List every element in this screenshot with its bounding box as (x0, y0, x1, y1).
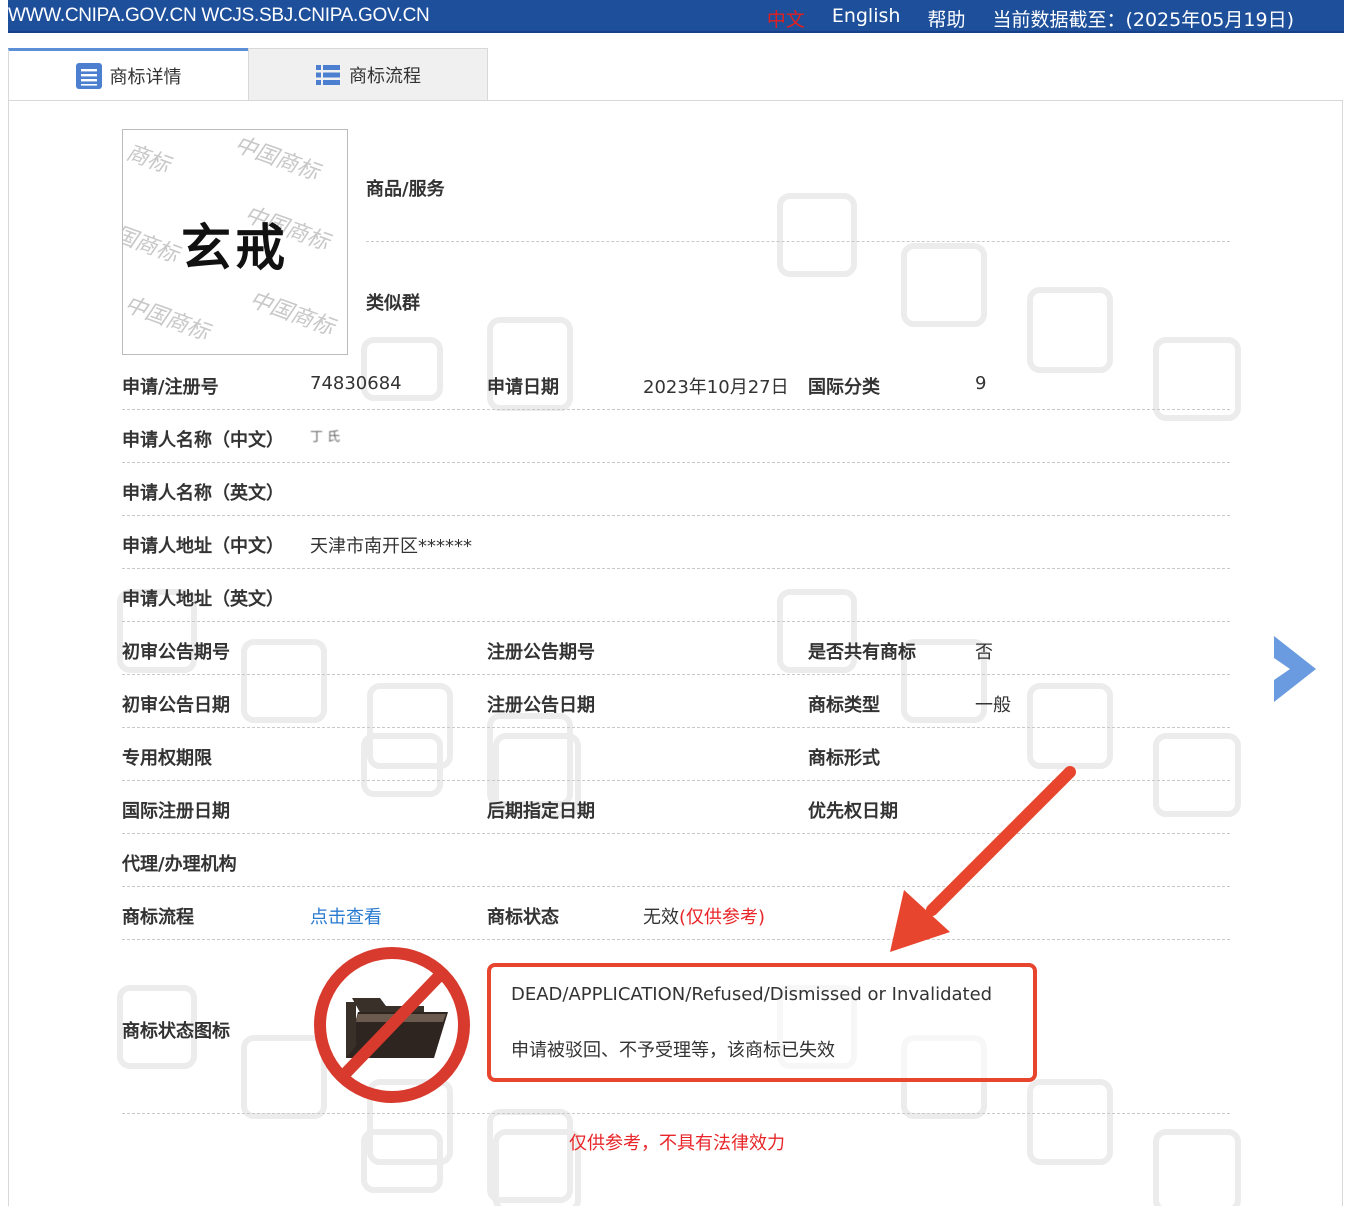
divider (122, 727, 1230, 728)
label-intl-reg-date: 国际注册日期 (122, 801, 230, 822)
label-later-desig-date: 后期指定日期 (487, 801, 595, 822)
label-address-en: 申请人地址（英文） (122, 589, 284, 610)
lang-en-link[interactable]: English (832, 5, 901, 32)
trademark-text: 玄戒 (181, 218, 289, 277)
label-similar-group: 类似群 (366, 293, 420, 314)
list-icon (316, 64, 340, 85)
label-goods-services: 商品/服务 (366, 179, 445, 200)
value-intl-class: 9 (975, 373, 987, 394)
value-status: 无效(仅供参考) (643, 903, 765, 929)
value-applicant-zh: 丁 氏 (310, 430, 341, 445)
divider (122, 674, 1230, 675)
view-process-link[interactable]: 点击查看 (310, 903, 382, 929)
divider (122, 409, 1230, 410)
tab-trademark-process[interactable]: 商标流程 (248, 48, 488, 100)
divider (122, 462, 1230, 463)
svg-text:中国商标: 中国商标 (231, 132, 325, 187)
label-process: 商标流程 (122, 907, 194, 928)
label-mark-type: 商标类型 (808, 695, 880, 716)
label-address-zh: 申请人地址（中文） (122, 536, 284, 557)
divider (122, 515, 1230, 516)
label-exclusive-period: 专用权期限 (122, 748, 212, 769)
label-status-icon: 商标状态图标 (122, 1021, 230, 1042)
label-mark-form: 商标形式 (808, 748, 880, 769)
help-link[interactable]: 帮助 (927, 5, 965, 32)
label-prelim-pub-no: 初审公告期号 (122, 642, 230, 663)
value-address-zh: 天津市南开区****** (310, 536, 472, 557)
label-agent: 代理/办理机构 (122, 854, 237, 875)
disclaimer-note: 仅供参考，不具有法律效力 (569, 1133, 785, 1154)
label-reg-pub-no: 注册公告期号 (487, 642, 595, 663)
label-app-date: 申请日期 (487, 377, 559, 398)
status-description-box: DEAD/APPLICATION/Refused/Dismissed or In… (487, 963, 1037, 1082)
annotation-arrow (890, 766, 1076, 952)
status-text: 无效 (643, 907, 679, 928)
svg-text:商标: 商标 (123, 140, 176, 180)
value-app-date: 2023年10月27日 (643, 377, 789, 398)
top-header-bar: WWW.CNIPA.GOV.CN WCJS.SBJ.CNIPA.GOV.CN 中… (8, 0, 1344, 33)
divider (366, 241, 1230, 242)
divider (122, 1113, 1230, 1114)
header-nav: 中文 English 帮助 当前数据截至：(2025年05月19日) (767, 5, 1294, 32)
data-date-label: 当前数据截至：(2025年05月19日) (992, 9, 1294, 31)
document-list-icon (75, 62, 102, 89)
svg-text:中国商标: 中国商标 (246, 287, 340, 342)
value-shared: 否 (975, 642, 993, 663)
label-intl-class: 国际分类 (808, 377, 880, 398)
status-note: (仅供参考) (679, 907, 766, 928)
label-prelim-pub-date: 初审公告日期 (122, 695, 230, 716)
label-status: 商标状态 (487, 907, 559, 928)
svg-text:中国商标: 中国商标 (123, 292, 215, 347)
label-reg-no: 申请/注册号 (122, 377, 219, 398)
next-arrow-icon[interactable] (1272, 636, 1316, 702)
value-reg-no: 74830684 (310, 373, 402, 394)
tab-label: 商标流程 (349, 65, 421, 87)
tab-trademark-details[interactable]: 商标详情 (8, 48, 248, 100)
status-desc-en: DEAD/APPLICATION/Refused/Dismissed or In… (511, 984, 993, 1005)
trademark-image[interactable]: 商标 中国商标 国商标 中国商标 中国商标 中国商标 玄戒 (122, 129, 348, 355)
status-invalid-icon (314, 947, 470, 1103)
label-shared: 是否共有商标 (808, 642, 916, 663)
site-urls[interactable]: WWW.CNIPA.GOV.CN WCJS.SBJ.CNIPA.GOV.CN (8, 5, 430, 27)
value-mark-type: 一般 (975, 695, 1011, 716)
divider (122, 568, 1230, 569)
status-desc-zh: 申请被驳回、不予受理等，该商标已失效 (511, 1040, 835, 1061)
label-applicant-zh: 申请人名称（中文） (122, 430, 284, 451)
tab-label: 商标详情 (109, 66, 182, 88)
label-applicant-en: 申请人名称（英文） (122, 483, 284, 504)
label-reg-pub-date: 注册公告日期 (487, 695, 595, 716)
lang-zh-link[interactable]: 中文 (767, 5, 805, 32)
divider (122, 621, 1230, 622)
